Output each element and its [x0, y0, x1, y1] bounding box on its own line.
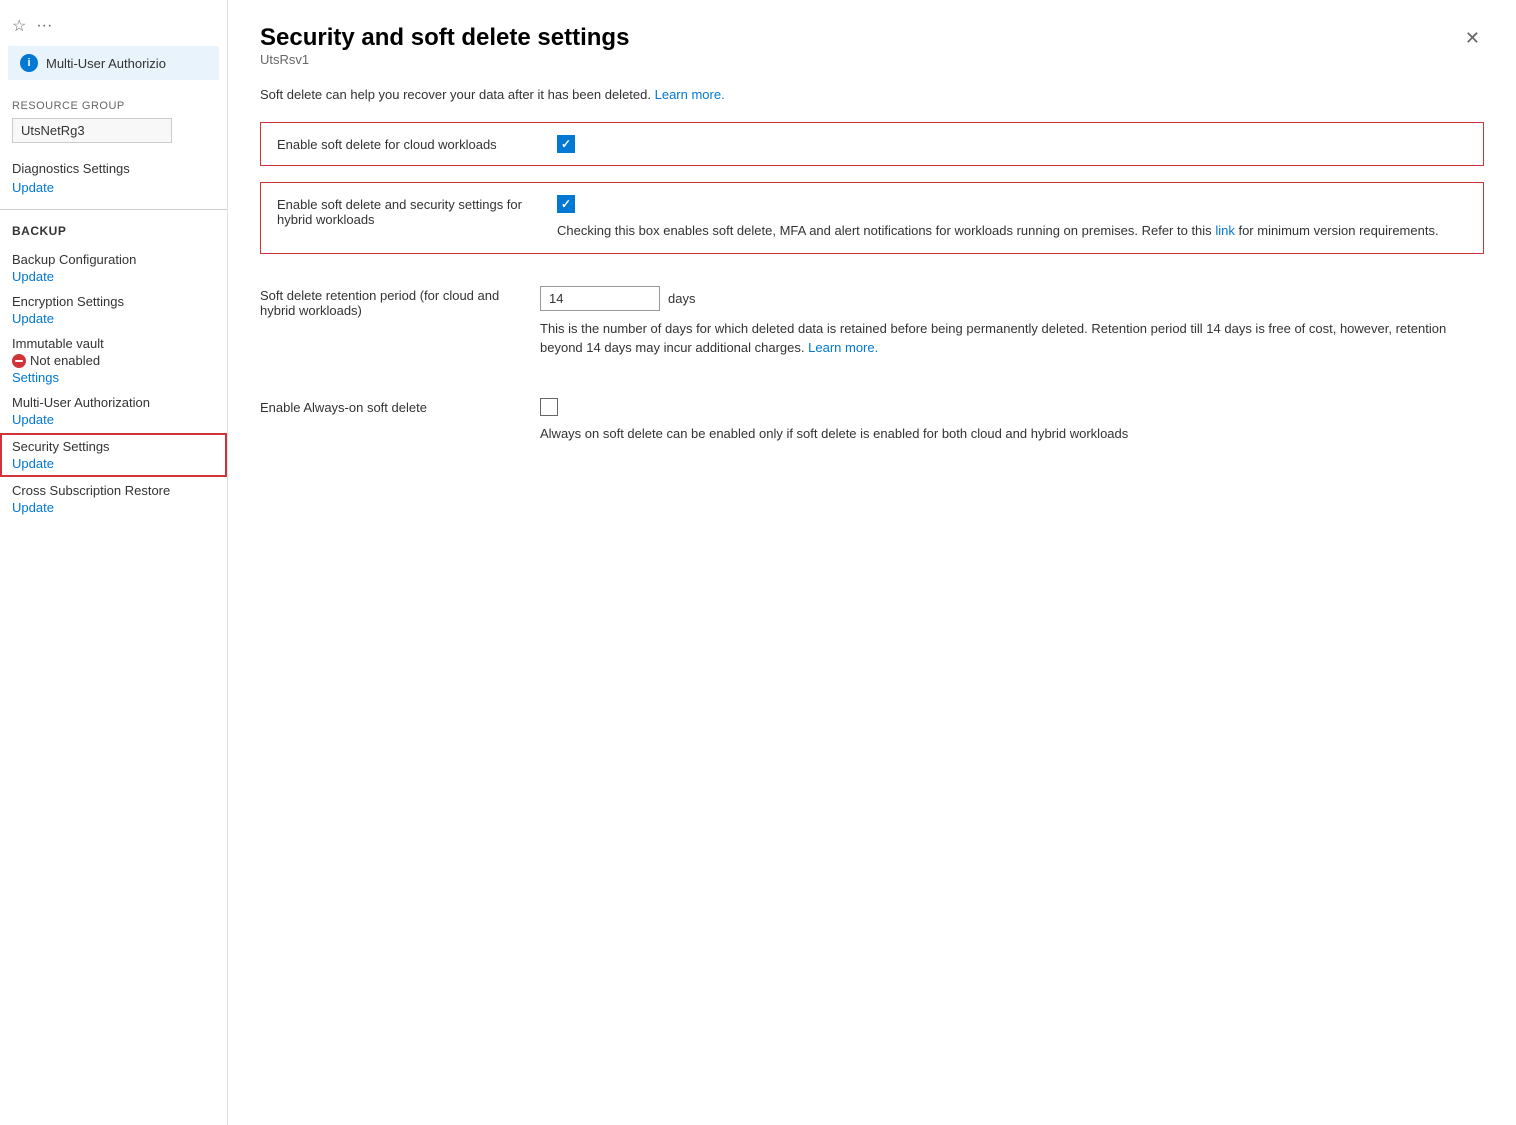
immutable-status: Not enabled — [12, 353, 215, 368]
checkmark-icon: ✓ — [561, 137, 571, 151]
resource-group-label: Resource group — [0, 92, 227, 116]
sidebar-item-encryption: Encryption Settings Update — [0, 290, 227, 330]
setting-cloud-workloads: Enable soft delete for cloud workloads ✓ — [260, 122, 1484, 166]
backup-config-link[interactable]: Update — [12, 269, 215, 284]
sidebar: ☆ ··· i Multi-User Authorizio Resource g… — [0, 0, 228, 1125]
retention-input-wrapper: days — [540, 286, 1484, 311]
hybrid-desc-link[interactable]: link — [1215, 223, 1235, 238]
mua-banner-text: Multi-User Authorizio — [46, 56, 166, 71]
checkmark-icon-2: ✓ — [561, 197, 571, 211]
resource-group-section: UtsNetRg3 — [0, 116, 227, 153]
cross-sub-link[interactable]: Update — [12, 500, 215, 515]
hybrid-workloads-control: ✓ Checking this box enables soft delete,… — [557, 195, 1467, 241]
cloud-workloads-label: Enable soft delete for cloud workloads — [277, 135, 557, 152]
sidebar-item-backup-config: Backup Configuration Update — [0, 248, 227, 288]
cross-sub-title: Cross Subscription Restore — [12, 483, 215, 498]
immutable-status-text: Not enabled — [30, 353, 100, 368]
cloud-workloads-control: ✓ — [557, 135, 1467, 153]
main-title: Security and soft delete settings — [260, 24, 629, 52]
learn-more-link[interactable]: Learn more. — [655, 87, 725, 102]
always-on-description: Always on soft delete can be enabled onl… — [540, 424, 1484, 444]
hybrid-desc-suffix: for minimum version requirements. — [1238, 223, 1438, 238]
main-content: Security and soft delete settings UtsRsv… — [228, 0, 1516, 1125]
hybrid-desc-text: Checking this box enables soft delete, M… — [557, 223, 1212, 238]
retention-description: This is the number of days for which del… — [540, 319, 1484, 358]
always-on-label: Enable Always-on soft delete — [260, 398, 540, 415]
always-on-control: Always on soft delete can be enabled onl… — [540, 398, 1484, 444]
diagnostics-update-link[interactable]: Update — [0, 178, 227, 203]
retention-control: days This is the number of days for whic… — [540, 286, 1484, 358]
immutable-link[interactable]: Settings — [12, 370, 215, 385]
not-enabled-icon — [12, 354, 26, 368]
hybrid-workloads-checkbox[interactable]: ✓ — [557, 195, 575, 213]
retention-learn-more-link[interactable]: Learn more. — [808, 340, 878, 355]
sidebar-item-mua: Multi-User Authorization Update — [0, 391, 227, 431]
retention-input[interactable] — [540, 286, 660, 311]
sidebar-item-cross-sub: Cross Subscription Restore Update — [0, 479, 227, 519]
backup-section-label: BACKUP — [0, 220, 227, 248]
backup-config-title: Backup Configuration — [12, 252, 215, 267]
star-icon[interactable]: ☆ — [12, 16, 26, 36]
immutable-title: Immutable vault — [12, 336, 215, 351]
security-title: Security Settings — [12, 439, 215, 454]
encryption-link[interactable]: Update — [12, 311, 215, 326]
hybrid-workloads-label: Enable soft delete and security settings… — [277, 195, 557, 227]
hybrid-workloads-checkbox-wrapper: ✓ — [557, 195, 1467, 213]
main-subtitle: UtsRsv1 — [260, 52, 629, 67]
retention-desc-text: This is the number of days for which del… — [540, 321, 1446, 356]
setting-hybrid-workloads: Enable soft delete and security settings… — [260, 182, 1484, 254]
mua-banner: i Multi-User Authorizio — [8, 46, 219, 80]
always-on-checkbox[interactable] — [540, 398, 558, 416]
info-icon: i — [20, 54, 38, 72]
days-label: days — [668, 291, 695, 306]
main-description: Soft delete can help you recover your da… — [260, 87, 1484, 102]
sidebar-item-immutable: Immutable vault Not enabled Settings — [0, 332, 227, 389]
diagnostics-label: Diagnostics Settings — [0, 153, 227, 178]
page-title: Security and soft delete settings UtsRsv… — [260, 24, 629, 83]
encryption-title: Encryption Settings — [12, 294, 215, 309]
ellipsis-icon[interactable]: ··· — [36, 17, 52, 35]
hybrid-workloads-description: Checking this box enables soft delete, M… — [557, 221, 1467, 241]
mua-title: Multi-User Authorization — [12, 395, 215, 410]
setting-retention-period: Soft delete retention period (for cloud … — [260, 270, 1484, 374]
retention-label: Soft delete retention period (for cloud … — [260, 286, 540, 318]
cloud-workloads-checkbox[interactable]: ✓ — [557, 135, 575, 153]
sidebar-topbar: ☆ ··· — [0, 10, 227, 46]
resource-group-value: UtsNetRg3 — [12, 118, 172, 143]
always-on-checkbox-wrapper — [540, 398, 1484, 416]
close-icon[interactable]: ✕ — [1461, 24, 1484, 53]
setting-always-on: Enable Always-on soft delete Always on s… — [260, 382, 1484, 460]
security-link[interactable]: Update — [12, 456, 215, 471]
sidebar-divider — [0, 209, 227, 210]
mua-link[interactable]: Update — [12, 412, 215, 427]
description-text: Soft delete can help you recover your da… — [260, 87, 651, 102]
sidebar-item-security: Security Settings Update — [0, 433, 227, 477]
cloud-workloads-checkbox-wrapper: ✓ — [557, 135, 1467, 153]
main-header: Security and soft delete settings UtsRsv… — [260, 24, 1484, 83]
